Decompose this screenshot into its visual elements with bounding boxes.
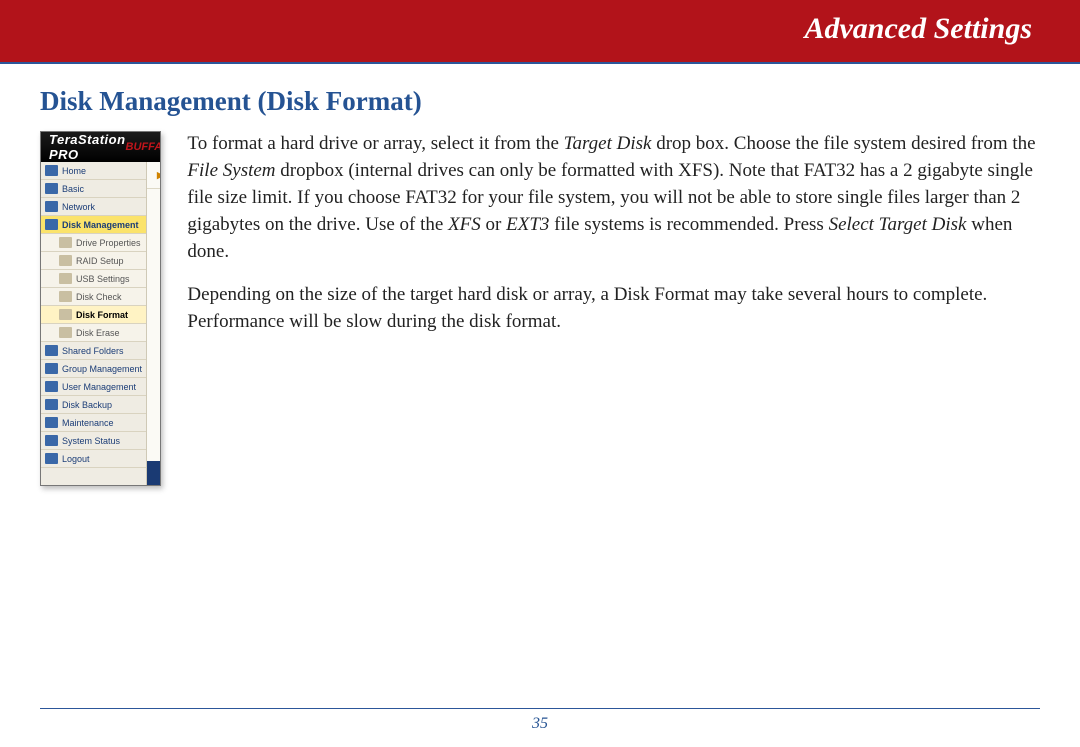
- nav-item-label: USB Settings: [76, 274, 130, 284]
- nav-item-label: Disk Check: [76, 292, 122, 302]
- sidebar-subitem[interactable]: Disk Format: [41, 306, 146, 324]
- nav-item-icon: [45, 345, 58, 356]
- footer-rule: [40, 708, 1040, 710]
- sidebar-subitem[interactable]: Disk Erase: [41, 324, 146, 342]
- nav-item-label: Drive Properties: [76, 238, 141, 248]
- page-number: 35: [0, 715, 1080, 733]
- nav-item-label: Shared Folders: [62, 346, 124, 356]
- nav-item-label: Group Management: [62, 364, 142, 374]
- nav-item-icon: [59, 309, 72, 320]
- nav-item-label: RAID Setup: [76, 256, 124, 266]
- sidebar-item[interactable]: Network: [41, 198, 146, 216]
- sidebar-item[interactable]: Disk Backup: [41, 396, 146, 414]
- sidebar-item[interactable]: Home: [41, 162, 146, 180]
- sidebar-item[interactable]: Disk Management: [41, 216, 146, 234]
- nav-item-icon: [59, 273, 72, 284]
- nav-item-icon: [45, 165, 58, 176]
- nav-item-icon: [45, 363, 58, 374]
- sidebar-item[interactable]: System Status: [41, 432, 146, 450]
- chevron-right-icon: ▶: [157, 170, 161, 181]
- sidebar-item[interactable]: Shared Folders: [41, 342, 146, 360]
- product-name: TeraStation PRO: [49, 132, 126, 162]
- nav-item-label: System Status: [62, 436, 120, 446]
- embedded-screenshot: TeraStation PRO BUFFALO Home Basic Network…: [40, 131, 161, 486]
- nav-item-label: Disk Format: [76, 310, 128, 320]
- nav-item-label: Disk Management: [62, 220, 139, 230]
- nav-item-icon: [45, 201, 58, 212]
- header-accent: [0, 62, 1080, 64]
- nav-item-icon: [59, 255, 72, 266]
- nav-item-icon: [45, 435, 58, 446]
- nav-item-icon: [59, 237, 72, 248]
- sidebar-item[interactable]: User Management: [41, 378, 146, 396]
- sidebar-item[interactable]: Basic: [41, 180, 146, 198]
- nav-item-label: Logout: [62, 454, 90, 464]
- sidebar-item[interactable]: Group Management: [41, 360, 146, 378]
- sidebar-subitem[interactable]: RAID Setup: [41, 252, 146, 270]
- ts-topbar: TeraStation PRO BUFFALO: [41, 132, 160, 162]
- nav-item-label: Home: [62, 166, 86, 176]
- main-header: ▶Disk Management HELP: [147, 162, 161, 189]
- nav-item-icon: [45, 183, 58, 194]
- nav-item-label: Maintenance: [62, 418, 114, 428]
- body-text: To format a hard drive or array, select …: [187, 131, 1040, 486]
- sidebar-subitem[interactable]: USB Settings: [41, 270, 146, 288]
- nav-item-label: User Management: [62, 382, 136, 392]
- nav-item-icon: [45, 399, 58, 410]
- nav-item-icon: [59, 327, 72, 338]
- nav-item-label: Basic: [62, 184, 84, 194]
- header-title: Advanced Settings: [804, 12, 1032, 45]
- sidebar-subitem[interactable]: Disk Check: [41, 288, 146, 306]
- screenshot-footer: Copyright 2003-2006 (C) BUFFALO INC. All…: [147, 461, 161, 485]
- nav-item-icon: [45, 453, 58, 464]
- nav-item-label: Disk Backup: [62, 400, 112, 410]
- section-title: Disk Management (Disk Format): [40, 86, 1040, 117]
- sidebar-item[interactable]: Maintenance: [41, 414, 146, 432]
- sidebar-subitem[interactable]: Drive Properties: [41, 234, 146, 252]
- sidebar-item[interactable]: Logout: [41, 450, 146, 468]
- nav-item-icon: [45, 381, 58, 392]
- header-bar: Advanced Settings: [0, 0, 1080, 62]
- nav-item-label: Disk Erase: [76, 328, 120, 338]
- brand-name: BUFFALO: [126, 141, 162, 153]
- nav-item-icon: [45, 417, 58, 428]
- nav-item-label: Network: [62, 202, 95, 212]
- nav-item-icon: [45, 219, 58, 230]
- nav-item-icon: [59, 291, 72, 302]
- sidebar-nav: Home Basic Network Disk Management Drive Pro…: [41, 162, 147, 485]
